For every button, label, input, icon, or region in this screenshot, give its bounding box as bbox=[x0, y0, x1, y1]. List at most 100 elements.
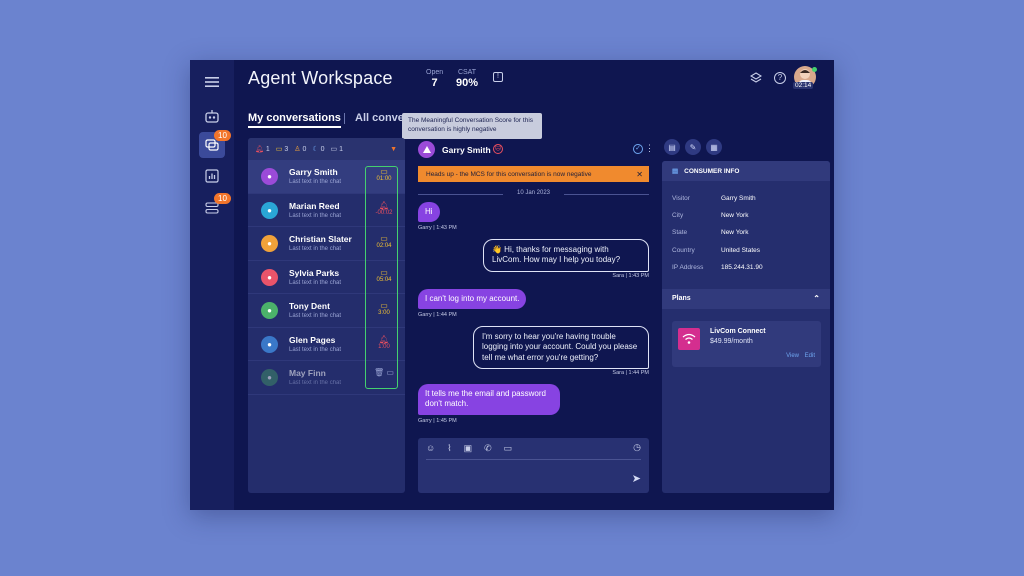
chat-check-icon: ▭ bbox=[330, 146, 338, 153]
phone-icon[interactable]: ✆ bbox=[484, 443, 492, 454]
filter-person[interactable]: ♙ 0 bbox=[294, 145, 306, 153]
queue-badge: 10 bbox=[214, 193, 231, 204]
info-label: City bbox=[672, 212, 684, 219]
filter-away-count: 0 bbox=[320, 146, 325, 153]
info-value: New York bbox=[721, 212, 749, 219]
last-message-preview: Last text in the chat bbox=[289, 179, 342, 185]
moon-icon: ☾ bbox=[312, 146, 319, 153]
video-icon[interactable]: ▭ bbox=[504, 443, 513, 454]
chat-header: Garry Smith ☹ ✓ ⋮ bbox=[415, 138, 654, 160]
message-meta: Garry | 1:45 PM bbox=[418, 418, 457, 424]
info-row-visitor: Visitor Garry Smith bbox=[672, 195, 756, 202]
attachment-icon[interactable]: ⌇ bbox=[447, 443, 451, 454]
negative-sentiment-icon[interactable]: ☹ bbox=[493, 144, 503, 154]
composer-toolbar: ☺ ⌇ ▣ ✆ ▭ bbox=[426, 443, 512, 454]
info-row-ip: IP Address 185.244.31.90 bbox=[672, 264, 763, 271]
help-icon[interactable]: ? bbox=[774, 72, 786, 84]
last-message-preview: Last text in the chat bbox=[289, 380, 342, 386]
contact-name: Garry Smith bbox=[289, 167, 338, 177]
plan-name: LivCom Connect bbox=[710, 328, 766, 335]
plan-edit-link[interactable]: Edit bbox=[805, 353, 815, 359]
contact-avatar-icon: ● bbox=[261, 268, 278, 286]
info-label: Visitor bbox=[672, 195, 690, 202]
more-options-icon[interactable]: ⋮ bbox=[645, 143, 654, 154]
message-meta: Garry | 1:44 PM bbox=[418, 312, 457, 318]
filter-chat[interactable]: ▭ 3 bbox=[276, 145, 288, 153]
kpi-open-value: 7 bbox=[431, 77, 438, 89]
plan-price: $49.99/month bbox=[710, 338, 753, 345]
last-message-preview: Last text in the chat bbox=[289, 279, 342, 286]
filter-alert-count: 1 bbox=[265, 146, 270, 153]
send-icon[interactable]: ➤ bbox=[632, 472, 641, 485]
message-meta: Sara | 1:44 PM bbox=[612, 370, 649, 376]
info-row-country: Country United States bbox=[672, 247, 760, 254]
info-label: Country bbox=[672, 247, 695, 254]
reports-icon[interactable] bbox=[200, 164, 224, 188]
kpi-csat-value: 90% bbox=[456, 77, 479, 89]
chevron-up-icon[interactable]: ⌃ bbox=[813, 294, 820, 303]
mcs-alert-text: Heads up - the MCS for this conversation… bbox=[426, 170, 592, 178]
contact-avatar-icon: ● bbox=[261, 168, 278, 185]
message-bubble-outgoing: I'm sorry to hear you're having trouble … bbox=[473, 326, 649, 370]
filter-bar: 🔔︎ 1 ▭ 3 ♙ 0 ☾ 0 ▭ 1 ▼ bbox=[248, 138, 405, 160]
filter-away[interactable]: ☾ 0 bbox=[312, 145, 324, 153]
info-row-state: State New York bbox=[672, 229, 748, 236]
contact-avatar-icon bbox=[418, 141, 435, 158]
info-value: New York bbox=[721, 229, 749, 236]
tab-all-conversations[interactable]: All conve bbox=[355, 112, 404, 124]
consumer-info-title: CONSUMER INFO bbox=[684, 167, 740, 175]
plans-section-header[interactable]: Plans ⌃ bbox=[662, 289, 830, 309]
info-value: 185.244.31.90 bbox=[721, 264, 763, 271]
canned-responses-icon[interactable]: ▣ bbox=[464, 443, 473, 454]
last-message-preview: Last text in the chat bbox=[289, 246, 342, 252]
id-card-icon: ▤ bbox=[672, 168, 679, 175]
date-separator: 10 Jan 2023 bbox=[418, 190, 649, 196]
left-nav-rail: 10 10 bbox=[190, 60, 234, 510]
contact-name: May Finn bbox=[289, 368, 326, 378]
tab-my-conversations[interactable]: My conversations bbox=[248, 112, 341, 128]
bot-icon[interactable] bbox=[200, 104, 224, 128]
sla-highlight-box bbox=[365, 166, 398, 389]
conversations-badge: 10 bbox=[214, 130, 231, 141]
message-composer[interactable]: ☺ ⌇ ▣ ✆ ▭ ◷ ➤ bbox=[418, 438, 649, 493]
filter-funnel-icon[interactable]: ▼ bbox=[390, 146, 397, 153]
chat-bubble-icon: ▭ bbox=[275, 146, 283, 153]
last-message-preview: Last text in the chat bbox=[289, 346, 342, 353]
online-status-icon bbox=[812, 67, 817, 72]
consumer-info-header: ▤ CONSUMER INFO bbox=[662, 161, 830, 181]
info-label: IP Address bbox=[672, 264, 704, 271]
message-bubble-incoming: Hi bbox=[418, 202, 440, 223]
wifi-icon bbox=[678, 328, 700, 350]
filter-closed[interactable]: ▭ 1 bbox=[331, 145, 343, 153]
hamburger-menu-icon[interactable] bbox=[200, 70, 224, 94]
last-message-preview: Last text in the chat bbox=[289, 212, 342, 219]
session-timer: 02:14 bbox=[793, 82, 814, 89]
notes-edit-icon[interactable]: ✎ bbox=[685, 139, 701, 155]
contact-avatar-icon: ● bbox=[261, 369, 278, 386]
filter-alert[interactable]: 🔔︎ 1 bbox=[255, 145, 270, 153]
plan-view-link[interactable]: View bbox=[786, 353, 799, 359]
chat-panel: Garry Smith ☹ ✓ ⋮ Heads up - the MCS for… bbox=[415, 138, 654, 493]
kpi-csat-label: CSAT bbox=[457, 69, 477, 76]
contact-name: Sylvia Parks bbox=[289, 267, 340, 278]
composer-divider bbox=[426, 459, 641, 460]
calendar-icon[interactable]: ▦ bbox=[706, 139, 722, 155]
contact-name: Marian Reed bbox=[289, 200, 340, 211]
schedule-clock-icon[interactable]: ◷ bbox=[633, 442, 641, 453]
message-meta: Sara | 1:43 PM bbox=[612, 273, 649, 279]
resolve-check-icon[interactable]: ✓ bbox=[633, 144, 643, 154]
message-bubble-incoming: I can't log into my account. bbox=[418, 289, 527, 310]
layers-icon[interactable] bbox=[750, 72, 762, 84]
close-icon[interactable]: ✕ bbox=[636, 170, 643, 179]
info-value: Garry Smith bbox=[721, 195, 756, 202]
emoji-icon[interactable]: ☺ bbox=[426, 443, 435, 454]
contact-name: Christian Slater bbox=[289, 234, 352, 244]
message-meta: Garry | 1:43 PM bbox=[418, 225, 457, 231]
chat-contact-name: Garry Smith bbox=[442, 145, 491, 155]
person-icon: ♙ bbox=[294, 146, 301, 153]
mcs-alert-banner: Heads up - the MCS for this conversation… bbox=[418, 166, 649, 182]
consumer-info-toggle-icon[interactable]: ▤ bbox=[664, 139, 680, 155]
consumer-info-panel: ▤ CONSUMER INFO Visitor Garry Smith City N… bbox=[662, 161, 830, 493]
info-icon[interactable]: ! bbox=[493, 72, 503, 82]
app-title: Agent Workspace bbox=[248, 68, 393, 88]
